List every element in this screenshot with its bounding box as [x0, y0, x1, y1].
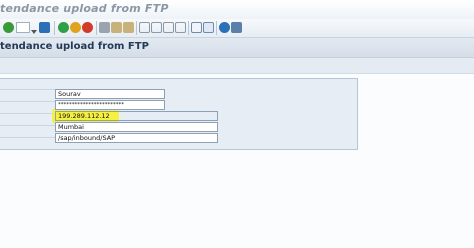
enter-icon[interactable]	[3, 22, 14, 33]
application-toolbar	[0, 58, 474, 74]
command-field[interactable]	[16, 22, 30, 33]
back-icon[interactable]	[58, 22, 69, 33]
find-icon[interactable]	[111, 22, 122, 33]
label-row-divider	[0, 113, 55, 114]
save-icon[interactable]	[39, 22, 50, 33]
standard-toolbar	[0, 19, 474, 38]
find-next-icon[interactable]	[123, 22, 134, 33]
toolbar-separator	[96, 21, 97, 35]
screen-title: tendance upload from FTP	[0, 41, 149, 52]
toolbar-separator	[136, 21, 137, 35]
last-page-icon[interactable]	[175, 22, 186, 33]
toolbar-separator	[216, 21, 217, 35]
customize-icon[interactable]	[231, 22, 242, 33]
password-field[interactable]: ************************	[55, 100, 165, 110]
previous-page-icon[interactable]	[151, 22, 162, 33]
print-icon[interactable]	[99, 22, 110, 33]
help-icon[interactable]	[219, 22, 230, 33]
first-page-icon[interactable]	[139, 22, 150, 33]
window-title: tendance upload from FTP	[0, 2, 169, 15]
location-field[interactable]: Mumbai	[55, 122, 218, 132]
label-row-divider	[0, 101, 55, 102]
exit-icon[interactable]	[70, 22, 81, 33]
user-field[interactable]: Sourav	[55, 89, 165, 99]
label-row-divider	[0, 89, 55, 90]
label-row-divider	[0, 125, 55, 126]
next-page-icon[interactable]	[163, 22, 174, 33]
shortcut-icon[interactable]	[203, 22, 214, 33]
toolbar-separator	[54, 21, 55, 35]
command-dropdown-icon[interactable]	[31, 22, 37, 34]
label-row-divider	[0, 137, 55, 138]
new-session-icon[interactable]	[191, 22, 202, 33]
path-field[interactable]: /sap/inbound/SAP	[55, 133, 218, 143]
host-field[interactable]: 199.289.112.12	[55, 111, 218, 121]
toolbar-separator	[188, 21, 189, 35]
screen-title-bar: tendance upload from FTP	[0, 38, 474, 58]
cancel-icon[interactable]	[82, 22, 93, 33]
title-bar: tendance upload from FTP	[0, 0, 474, 20]
